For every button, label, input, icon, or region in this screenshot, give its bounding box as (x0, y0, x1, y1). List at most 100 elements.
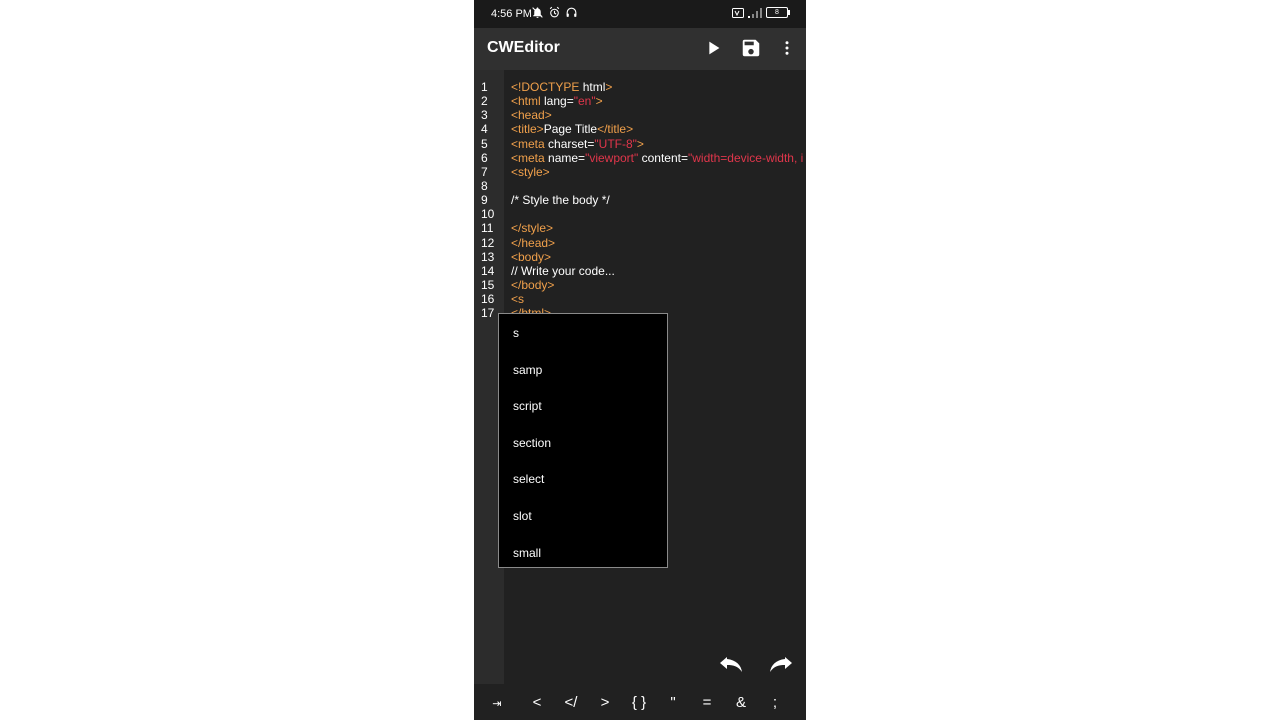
code-token: <s (511, 292, 525, 307)
code-line[interactable]: <title>Page Title</title> (511, 122, 806, 136)
code-line[interactable]: /* Style the body */ (511, 193, 806, 207)
more-vert-icon[interactable] (778, 37, 796, 59)
undo-icon[interactable] (718, 654, 746, 676)
symbol-key[interactable]: & (724, 694, 758, 711)
code-token: "UTF-8" (594, 136, 637, 151)
symbol-key[interactable]: ; (758, 694, 792, 711)
code-token: lang= (544, 94, 574, 109)
code-token: </head> (511, 235, 556, 250)
symbol-key[interactable]: < (520, 694, 554, 711)
undo-redo-controls (718, 654, 794, 676)
autocomplete-item-samp[interactable]: samp (499, 352, 667, 389)
code-token: "viewport" (585, 150, 639, 165)
status-bar: 4:56 PM 8 (474, 0, 806, 28)
autocomplete-item-small[interactable]: small (499, 535, 667, 572)
play-icon[interactable] (702, 37, 724, 59)
code-token: > (636, 136, 644, 151)
code-token: charset= (548, 136, 595, 151)
app-title: CWEditor (487, 39, 560, 56)
code-line[interactable]: </body> (511, 278, 806, 292)
code-token: </style> (511, 221, 554, 236)
code-line[interactable]: </style> (511, 221, 806, 235)
code-line[interactable]: <style> (511, 165, 806, 179)
line-number: 10 (481, 207, 495, 222)
line-number: 5 (481, 136, 488, 151)
code-token: <title> (511, 122, 544, 137)
code-line[interactable]: <meta name="viewport" content="width=dev… (511, 151, 806, 165)
autocomplete-popup: s samp script section select slot small (498, 313, 668, 568)
autocomplete-item-slot[interactable]: slot (499, 498, 667, 535)
line-number: 12 (481, 235, 495, 250)
save-icon[interactable] (740, 37, 762, 59)
line-number: 4 (481, 122, 488, 137)
code-line[interactable]: <meta charset="UTF-8"> (511, 137, 806, 151)
code-token: "width=device-width, i (687, 150, 804, 165)
line-number: 2 (481, 94, 488, 109)
code-token: <style> (511, 164, 550, 179)
code-line[interactable]: <s (511, 292, 806, 306)
code-line[interactable]: <head> (511, 108, 806, 122)
app-bar: CWEditor (474, 28, 806, 70)
app-actions (702, 37, 796, 59)
headset-icon (566, 7, 577, 17)
code-token: <html (511, 94, 545, 109)
signal-icon (748, 7, 762, 18)
symbol-key[interactable]: " (656, 694, 690, 711)
code-token: html (582, 80, 606, 94)
symbol-bar: ⇥<</>{ }"=&;/ (474, 684, 806, 720)
line-number: 14 (481, 263, 495, 278)
code-token: content= (638, 150, 688, 165)
line-number: 13 (481, 249, 495, 264)
autocomplete-item-section[interactable]: section (499, 425, 667, 462)
code-token: <meta (511, 150, 549, 165)
code-token: /* Style the body */ (511, 193, 610, 208)
line-number: 1 (481, 80, 488, 94)
symbol-key[interactable]: > (588, 694, 622, 711)
symbol-key[interactable]: </ (554, 694, 588, 711)
code-line[interactable]: <body> (511, 250, 806, 264)
code-token: "en" (573, 94, 596, 109)
symbol-key[interactable]: / (792, 694, 806, 711)
line-number: 6 (481, 150, 488, 165)
status-right-icons: 8 (732, 7, 790, 18)
code-lines[interactable]: <!DOCTYPE html> <html lang="en"> <head> <ti… (511, 80, 806, 320)
code-line[interactable] (511, 207, 806, 221)
code-token: <body> (511, 249, 552, 264)
status-time: 4:56 PM (491, 8, 532, 20)
autocomplete-item-s[interactable]: s (499, 315, 667, 352)
code-line[interactable]: // Write your code... (511, 264, 806, 278)
line-number: 11 (481, 221, 494, 236)
line-number: 9 (481, 193, 488, 208)
line-number: 3 (481, 108, 488, 123)
autocomplete-item-select[interactable]: select (499, 461, 667, 498)
redo-icon[interactable] (766, 654, 794, 676)
autocomplete-item-script[interactable]: script (499, 388, 667, 425)
symbol-key-tab[interactable]: ⇥ (474, 694, 520, 710)
code-token: > (605, 80, 613, 94)
code-line[interactable]: </head> (511, 236, 806, 250)
alarm-icon (549, 6, 560, 18)
vowifi-icon (732, 7, 744, 18)
code-token: name= (548, 150, 586, 165)
code-line[interactable]: <html lang="en"> (511, 94, 806, 108)
phone-screen: 4:56 PM 8 CWEditor 1 2 3 4 5 6 7 8 9 10 11 12 13 14 15… (474, 0, 806, 720)
battery-icon: 8 (766, 7, 790, 18)
status-icons (531, 6, 578, 19)
code-line[interactable] (511, 179, 806, 193)
line-number: 15 (481, 277, 495, 292)
code-token: // Write your code... (511, 263, 615, 278)
line-number: 17 (481, 306, 495, 321)
line-number: 7 (481, 164, 488, 179)
code-token: <meta (511, 136, 549, 151)
notifications-off-icon (532, 7, 543, 18)
line-numbers: 1 2 3 4 5 6 7 8 9 10 11 12 13 14 15 16 17 (481, 80, 494, 320)
code-token: </body> (511, 277, 555, 292)
code-token: Page Title (543, 122, 598, 137)
code-line[interactable]: <!DOCTYPE html> (511, 80, 806, 94)
code-token: > (595, 94, 603, 109)
code-token: <!DOCTYPE (511, 80, 583, 94)
line-number: 16 (481, 292, 495, 307)
symbol-key[interactable]: { } (622, 694, 656, 711)
symbol-key[interactable]: = (690, 694, 724, 711)
line-number: 8 (481, 178, 488, 193)
